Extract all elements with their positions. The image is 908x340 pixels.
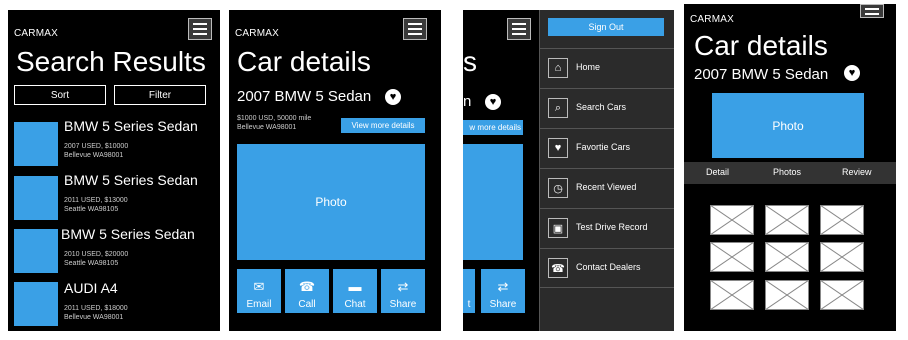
menu-item-recent-viewed[interactable]: ◷ Recent Viewed bbox=[540, 168, 674, 208]
car-thumbnail bbox=[14, 229, 58, 273]
brand-logo: CARMAX bbox=[690, 14, 734, 25]
photo-placeholder[interactable] bbox=[765, 280, 809, 310]
photo-placeholder[interactable] bbox=[820, 205, 864, 235]
menu-item-label: Home bbox=[576, 62, 601, 72]
menu-item-label: Contact Dealers bbox=[576, 262, 641, 272]
favorite-heart-icon[interactable]: ♥ bbox=[485, 94, 501, 110]
menu-item-label: Test Drive Record bbox=[576, 222, 648, 232]
menu-item-contact-dealers[interactable]: ☎ Contact Dealers bbox=[540, 248, 674, 288]
page-title: Car details bbox=[237, 46, 371, 77]
car-icon: ▣ bbox=[548, 218, 568, 238]
menu-button[interactable] bbox=[403, 18, 427, 40]
photo-placeholder[interactable] bbox=[765, 205, 809, 235]
share-icon: ⇄ bbox=[497, 279, 509, 294]
call-button[interactable]: ☎ Call bbox=[285, 269, 329, 313]
brand-logo: CARMAX bbox=[14, 28, 58, 39]
tab-photos[interactable]: Photos bbox=[773, 167, 801, 177]
car-photos-screen: CARMAX Car details 2007 BMW 5 Sedan ♥ Ph… bbox=[684, 4, 896, 331]
call-button[interactable]: t bbox=[463, 269, 475, 313]
clock-icon: ◷ bbox=[548, 178, 568, 198]
car-title: 2007 BMW 5 Sedan bbox=[694, 66, 829, 83]
search-results-screen: CARMAX Search Results Sort Filter BMW 5 … bbox=[8, 10, 220, 331]
chat-button[interactable]: ▬ Chat bbox=[333, 269, 377, 313]
menu-item-label: Recent Viewed bbox=[576, 182, 637, 192]
filter-button[interactable]: Filter bbox=[114, 85, 206, 105]
share-button[interactable]: ⇄ Share bbox=[481, 269, 525, 313]
email-label: Email bbox=[246, 299, 272, 310]
menu-button[interactable] bbox=[860, 4, 884, 18]
menu-item-home[interactable]: ⌂ Home bbox=[540, 48, 674, 88]
view-more-details-button[interactable]: View more details bbox=[341, 118, 425, 133]
share-label: Share bbox=[489, 299, 517, 310]
menu-item-label: Favortie Cars bbox=[576, 142, 631, 152]
photo-placeholder[interactable] bbox=[765, 242, 809, 272]
car-name: BMW 5 Series Sedan bbox=[64, 118, 198, 134]
share-icon: ⇄ bbox=[397, 279, 409, 294]
tab-review[interactable]: Review bbox=[842, 167, 872, 177]
menu-button[interactable] bbox=[507, 18, 531, 40]
menu-button[interactable] bbox=[188, 18, 212, 40]
email-button[interactable]: ✉ Email bbox=[237, 269, 281, 313]
partial-title: s bbox=[463, 46, 477, 77]
phone-icon: ☎ bbox=[548, 258, 568, 278]
car-summary: $1000 USD, 50000 mile Bellevue WA98001 bbox=[237, 115, 312, 131]
chat-label: Chat bbox=[344, 299, 366, 310]
phone-icon: ☎ bbox=[298, 279, 316, 294]
car-name: BMW 5 Series Sedan bbox=[64, 172, 198, 188]
car-info: 2010 USED, $20000 Seattle WA98105 bbox=[64, 251, 129, 267]
car-info: 2011 USED, $13000 Seattle WA98105 bbox=[64, 197, 128, 213]
photo-placeholder[interactable] bbox=[710, 280, 754, 310]
car-info: 2007 USED, $10000 Bellevue WA98001 bbox=[64, 143, 129, 159]
photo-placeholder[interactable] bbox=[710, 242, 754, 272]
photo-placeholder[interactable] bbox=[820, 280, 864, 310]
view-more-details-button[interactable]: w more details bbox=[463, 120, 523, 135]
tab-detail[interactable]: Detail bbox=[706, 167, 729, 177]
brand-logo: CARMAX bbox=[235, 28, 279, 39]
photo-placeholder[interactable] bbox=[820, 242, 864, 272]
car-thumbnail bbox=[14, 282, 58, 326]
envelope-icon: ✉ bbox=[253, 279, 265, 294]
page-title: Car details bbox=[694, 30, 828, 61]
car-name: AUDI A4 bbox=[64, 280, 118, 296]
share-button[interactable]: ⇄ Share bbox=[381, 269, 425, 313]
menu-item-favorite-cars[interactable]: ♥ Favortie Cars bbox=[540, 128, 674, 168]
car-thumbnail bbox=[14, 176, 58, 220]
car-photo[interactable] bbox=[463, 144, 523, 260]
call-label: t bbox=[467, 299, 471, 310]
search-icon: ⌕ bbox=[548, 98, 568, 118]
favorite-heart-icon[interactable]: ♥ bbox=[385, 89, 401, 105]
car-thumbnail bbox=[14, 122, 58, 166]
home-icon: ⌂ bbox=[548, 58, 568, 78]
menu-item-test-drive-record[interactable]: ▣ Test Drive Record bbox=[540, 208, 674, 248]
menu-item-search-cars[interactable]: ⌕ Search Cars bbox=[540, 88, 674, 128]
side-menu: Sign Out ⌂ Home ⌕ Search Cars ♥ Favortie Ca… bbox=[539, 10, 674, 331]
car-name: BMW 5 Series Sedan bbox=[61, 226, 195, 242]
sign-out-button[interactable]: Sign Out bbox=[548, 18, 664, 36]
car-info: 2011 USED, $18000 Bellevue WA98001 bbox=[64, 305, 128, 321]
sort-button[interactable]: Sort bbox=[14, 85, 106, 105]
chat-icon: ▬ bbox=[348, 279, 362, 294]
details-tab-bar: Detail Photos Review bbox=[684, 162, 896, 184]
car-details-screen: CARMAX Car details 2007 BMW 5 Sedan ♥ $1… bbox=[229, 10, 441, 331]
heart-icon: ♥ bbox=[548, 138, 568, 158]
car-photo[interactable]: Photo bbox=[712, 93, 864, 158]
partial-car-title: n bbox=[463, 93, 472, 110]
menu-screen: s n ♥ w more details t ⇄ Share Sign Out ⌂… bbox=[463, 10, 674, 331]
menu-item-label: Search Cars bbox=[576, 102, 627, 112]
call-label: Call bbox=[298, 299, 316, 310]
car-photo[interactable]: Photo bbox=[237, 144, 425, 260]
photo-placeholder[interactable] bbox=[710, 205, 754, 235]
favorite-heart-icon[interactable]: ♥ bbox=[844, 65, 860, 81]
car-title: 2007 BMW 5 Sedan bbox=[237, 88, 372, 105]
page-title: Search Results bbox=[16, 46, 206, 77]
share-label: Share bbox=[389, 299, 417, 310]
